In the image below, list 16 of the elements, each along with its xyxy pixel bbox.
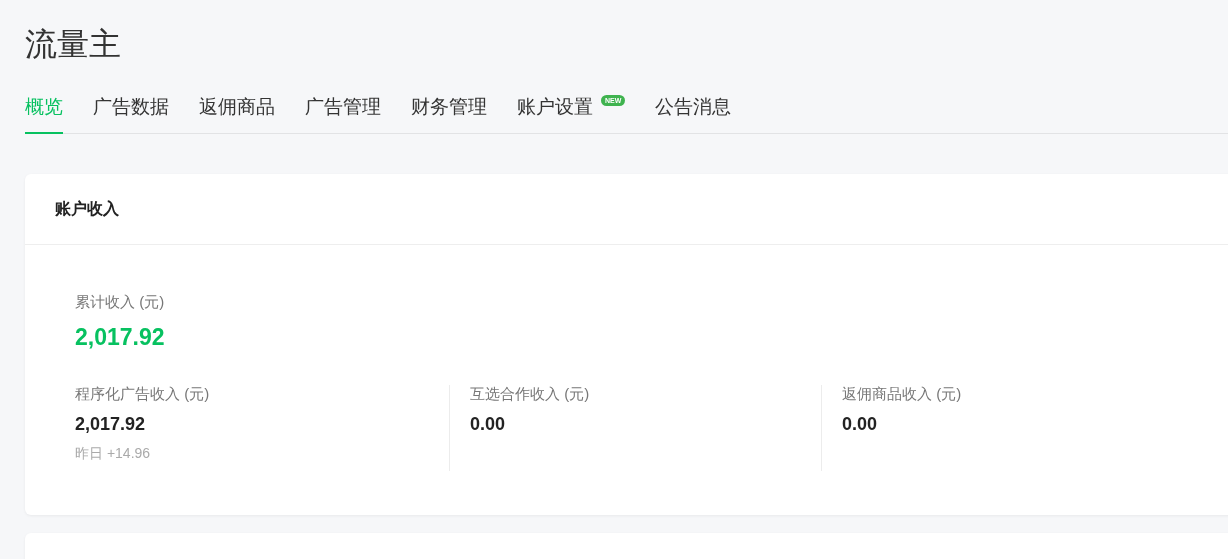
nav-tab[interactable]: 公告消息: [655, 94, 732, 134]
stat-value: 0.00: [470, 414, 507, 435]
stat-value: 0.00: [842, 414, 879, 435]
stat-label: 互选合作收入 (元): [470, 385, 591, 404]
stat-value: 2,017.92: [75, 414, 147, 435]
nav-tab[interactable]: 广告数据: [93, 94, 169, 134]
nav-tab[interactable]: 财务管理: [411, 94, 487, 134]
nav-tab[interactable]: 返佣商品: [199, 94, 275, 134]
nav-tab[interactable]: 广告管理: [305, 94, 381, 134]
stat-label: 程序化广告收入 (元): [75, 385, 211, 404]
stat-value: 2,017.92: [75, 324, 166, 351]
stat-label: 返佣商品收入 (元): [842, 385, 963, 404]
card-title: 账户收入: [55, 198, 119, 219]
stat-label: 累计收入 (元): [75, 293, 166, 312]
page-title: 流量主: [25, 25, 122, 64]
stat-note: 昨日 +14.96: [75, 445, 152, 463]
